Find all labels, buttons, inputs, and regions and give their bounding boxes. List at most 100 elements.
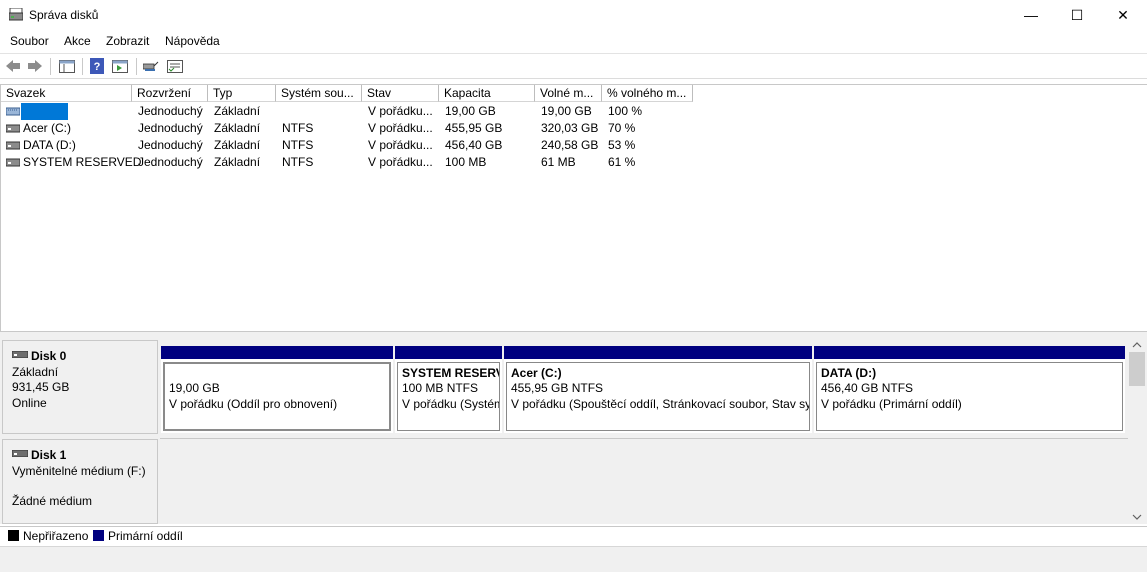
column-header-status[interactable]: Stav — [362, 85, 439, 102]
cell-capacity: 456,40 GB — [445, 138, 503, 152]
cell-filesystem: NTFS — [282, 155, 314, 169]
menu-akce[interactable]: Akce — [64, 34, 91, 48]
cell-type: Základní — [214, 104, 261, 118]
cell-free: 19,00 GB — [541, 104, 592, 118]
column-header-layout[interactable]: Rozvržení — [132, 85, 208, 102]
partition-d[interactable]: DATA (D:) 456,40 GB NTFS V pořádku (Prim… — [814, 346, 1125, 433]
cell-free: 240,58 GB — [541, 138, 599, 152]
cell-filesystem: NTFS — [282, 138, 314, 152]
scroll-up-icon[interactable] — [1132, 342, 1142, 348]
help-icon[interactable]: ? — [90, 58, 104, 74]
maximize-icon: ☐ — [1070, 6, 1084, 23]
cell-percent-free: 70 % — [608, 121, 636, 135]
disk-0-type: Základní — [12, 365, 59, 379]
partition-title: SYSTEM RESERVE — [402, 366, 499, 380]
disk-0-size: 931,45 GB — [12, 380, 70, 394]
scroll-thumb[interactable] — [1129, 352, 1145, 386]
cell-layout: Jednoduchý — [138, 155, 203, 169]
back-arrow-icon[interactable] — [5, 59, 21, 73]
menu-soubor[interactable]: Soubor — [10, 34, 49, 48]
partition-title: Acer (C:) — [511, 366, 562, 380]
table-row[interactable]: SYSTEM RESERVED Jednoduchý Základní NTFS… — [1, 154, 1147, 171]
maximize-button[interactable]: ☐ — [1054, 0, 1100, 30]
disk-1-type: Vyměnitelné médium (F:) — [12, 464, 146, 478]
disk-0-state: Online — [12, 396, 47, 410]
cell-capacity: 19,00 GB — [445, 104, 496, 118]
partition-c[interactable]: Acer (C:) 455,95 GB NTFS V pořádku (Spou… — [504, 346, 812, 433]
disk-0-label[interactable]: Disk 0 Základní 931,45 GB Online — [2, 340, 158, 434]
partition-size: 456,40 GB NTFS — [821, 381, 914, 395]
graphical-view-scrollbar[interactable] — [1128, 338, 1146, 524]
column-header-percent-free[interactable]: % volného m... — [602, 85, 693, 102]
cell-type: Základní — [214, 138, 261, 152]
forward-arrow-icon[interactable] — [27, 59, 43, 73]
partition-size: 455,95 GB NTFS — [511, 381, 604, 395]
disk-graphical-view: Disk 0 Základní 931,45 GB Online 19,00 G… — [0, 338, 1147, 524]
cell-capacity: 455,95 GB — [445, 121, 503, 135]
cell-volume: DATA (D:) — [23, 138, 76, 152]
menu-bar: Soubor Akce Zobrazit Nápověda — [0, 31, 1147, 52]
cell-free: 320,03 GB — [541, 121, 599, 135]
pane-splitter[interactable] — [0, 331, 1147, 338]
disk-1-label[interactable]: Disk 1 Vyměnitelné médium (F:) Žádné méd… — [2, 439, 158, 524]
partition-size: 100 MB NTFS — [402, 381, 479, 395]
close-icon: ✕ — [1117, 6, 1129, 23]
legend-primary: Primární oddíl — [108, 529, 183, 543]
connect-disk-icon[interactable] — [143, 60, 159, 73]
menu-napoveda[interactable]: Nápověda — [165, 34, 220, 48]
volume-list[interactable]: Svazek Rozvržení Typ Systém sou... Stav … — [0, 84, 1147, 332]
minimize-button[interactable]: — — [1008, 0, 1054, 30]
disk-icon — [12, 351, 28, 358]
cell-status: V pořádku... — [368, 155, 433, 169]
cell-layout: Jednoduchý — [138, 138, 203, 152]
disk-management-icon — [9, 8, 23, 21]
table-row[interactable]: Jednoduchý Základní V pořádku... 19,00 G… — [1, 103, 1147, 120]
partition-status: V pořádku (Primární oddíl) — [821, 397, 962, 411]
partition-system-reserved[interactable]: SYSTEM RESERVE 100 MB NTFS V pořádku (Sy… — [395, 346, 502, 433]
title-bar: Správa disků — ☐ ✕ — [0, 0, 1147, 30]
partition-title: DATA (D:) — [821, 366, 877, 380]
partition-status: V pořádku (Oddíl pro obnovení) — [169, 397, 338, 411]
selected-volume-name — [21, 103, 68, 120]
status-bar — [0, 546, 1147, 572]
cell-percent-free: 53 % — [608, 138, 636, 152]
cell-status: V pořádku... — [368, 138, 433, 152]
svg-text:?: ? — [94, 61, 101, 73]
cell-volume: SYSTEM RESERVED — [23, 155, 142, 169]
column-header-volume[interactable]: Svazek — [1, 85, 132, 102]
window-title: Správa disků — [29, 8, 99, 22]
disk-1-state: Žádné médium — [12, 494, 93, 508]
cell-status: V pořádku... — [368, 104, 433, 118]
table-row[interactable]: DATA (D:) Jednoduchý Základní NTFS V poř… — [1, 137, 1147, 154]
legend-unallocated: Nepřiřazeno — [23, 529, 89, 543]
cell-volume: Acer (C:) — [23, 121, 71, 135]
cell-layout: Jednoduchý — [138, 121, 203, 135]
partition-recovery[interactable]: 19,00 GB V pořádku (Oddíl pro obnovení) — [161, 346, 393, 433]
column-header-filesystem[interactable]: Systém sou... — [276, 85, 362, 102]
menu-zobrazit[interactable]: Zobrazit — [106, 34, 149, 48]
disk-icon — [12, 450, 28, 457]
partition-status: V pořádku (Systém — [402, 397, 500, 411]
close-button[interactable]: ✕ — [1100, 0, 1146, 30]
disk-0-name: Disk 0 — [31, 349, 67, 363]
properties-icon[interactable] — [167, 60, 183, 73]
scroll-down-icon[interactable] — [1132, 514, 1142, 520]
volume-icon — [6, 107, 20, 116]
column-header-free-space[interactable]: Volné m... — [535, 85, 602, 102]
partition-size: 19,00 GB — [169, 381, 220, 395]
column-header-type[interactable]: Typ — [208, 85, 276, 102]
cell-free: 61 MB — [541, 155, 576, 169]
unallocated-swatch — [8, 530, 19, 541]
cell-filesystem: NTFS — [282, 121, 314, 135]
legend: Nepřiřazeno Primární oddíl — [0, 526, 1147, 546]
volume-icon — [6, 158, 20, 167]
column-header-capacity[interactable]: Kapacita — [439, 85, 535, 102]
table-row[interactable]: Acer (C:) Jednoduchý Základní NTFS V poř… — [1, 120, 1147, 137]
minimize-icon: — — [1024, 7, 1038, 23]
volume-icon — [6, 124, 20, 133]
show-hide-console-tree-icon[interactable] — [59, 60, 75, 73]
partition-status: V pořádku (Spouštěcí oddíl, Stránkovací … — [511, 397, 810, 411]
show-action-pane-icon[interactable] — [112, 60, 128, 73]
disk-1-name: Disk 1 — [31, 448, 67, 462]
cell-type: Základní — [214, 121, 261, 135]
